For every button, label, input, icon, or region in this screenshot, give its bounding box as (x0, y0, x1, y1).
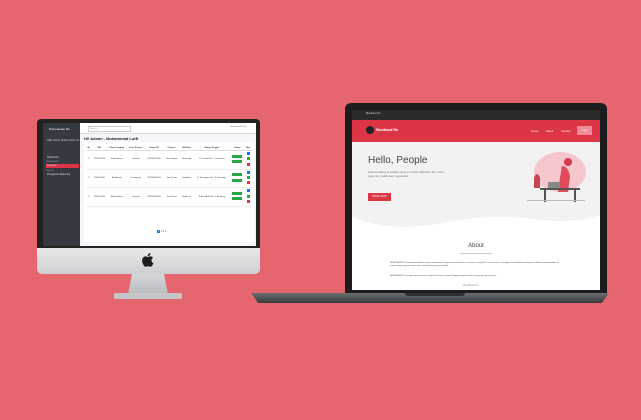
table-row: 3 1234567892 Ahmad Fauzi Laki-laki 08123… (86, 187, 252, 207)
table-cell: Laki-laki (126, 187, 146, 207)
apple-logo-icon (142, 253, 154, 267)
delete-button[interactable] (246, 199, 250, 203)
status-badge (232, 178, 243, 182)
view-button[interactable] (246, 189, 250, 193)
site-brand[interactable]: Bisnikami Ro (376, 128, 398, 132)
status-badge (232, 173, 243, 177)
table-cell: Jawa Tengah (163, 150, 180, 170)
site-logo-icon[interactable] (366, 126, 374, 134)
hero-title: Hello, People (368, 155, 428, 166)
imac-screen: Pemesanan Ro Hallo Admin, Muhammad Lutfi… (43, 123, 256, 246)
view-button[interactable] (246, 170, 250, 174)
admin-sidebar: Pemesanan Ro Hallo Admin, Muhammad Lutfi… (43, 123, 80, 246)
view-button[interactable] (246, 152, 250, 156)
table-row: 2 1234567891 Siti Aminah Perempuan 08123… (86, 169, 252, 189)
sidebar-section-heading: MANAJEMEN (46, 161, 59, 163)
sidebar-item-pesanan[interactable]: Pesanan (46, 164, 79, 168)
nav-about[interactable]: About (546, 129, 553, 133)
sidebar-brand[interactable]: Pemesanan Ro (49, 127, 70, 131)
edit-button[interactable] (246, 194, 250, 198)
table-cell: Perempuan (126, 169, 146, 189)
sidebar-user: Hallo Admin, Muhammad Lutfi (47, 139, 79, 142)
login-button[interactable]: Login (577, 126, 592, 135)
action-cell (244, 187, 252, 207)
about-paragraph: BISNIKAMI RO merupakan website yang meny… (390, 262, 559, 267)
status-cell (230, 150, 245, 170)
table-cell: Semarang (179, 150, 194, 170)
status-cell (230, 169, 245, 189)
browser-bar: Bisnikami Ro (352, 110, 600, 120)
admin-topbar: Search Muhammad Lutfi (80, 123, 256, 134)
table-cell: 081234567892 (145, 187, 164, 207)
table-cell: Surabaya (179, 169, 194, 189)
hero-illustration-icon (527, 152, 586, 202)
status-badge (232, 160, 243, 164)
edit-button[interactable] (246, 157, 250, 161)
table-cell: Siti Aminah (107, 169, 127, 189)
page-link[interactable]: 4 (165, 230, 166, 233)
sidebar-section-heading: SISTEM (46, 170, 54, 172)
sidebar-item-dashboard[interactable]: Dashboard (46, 156, 79, 160)
nav-home[interactable]: Home (531, 129, 538, 133)
orders-card: No NIK Nama Lengkap Jenis Kelamin Nomor … (84, 142, 254, 242)
table-row: 1 1234567890 Budi Santoso Laki-laki 0812… (86, 150, 252, 170)
table-cell: Jl. Diponegoro No. 20, Surabaya (193, 169, 231, 189)
status-cell (230, 187, 245, 207)
search-input[interactable]: Search (88, 126, 131, 132)
laptop-notch (405, 293, 465, 296)
table-cell: Budi Santoso (107, 150, 127, 170)
edit-button[interactable] (246, 176, 250, 180)
hero-subtitle: Selamat datang di website pesan ini Sumb… (368, 171, 445, 178)
table-cell: 1234567892 (91, 187, 108, 207)
status-badge (232, 197, 243, 201)
table-cell: 081234567890 (145, 150, 164, 170)
pagination: 1 2 3 4 (157, 230, 166, 233)
nav-contact[interactable]: Contact (561, 129, 571, 133)
delete-button[interactable] (246, 162, 250, 166)
delete-button[interactable] (246, 181, 250, 185)
table-cell: Laki-laki (126, 150, 146, 170)
hero-wave (352, 215, 600, 235)
about-title: About (468, 243, 484, 249)
table-cell: Jl. Asia Afrika No. 5, Bandung (193, 187, 231, 207)
about-paragraph: BISNIKAMI RO melayani pemesanan setiap h… (390, 275, 497, 277)
laptop-screen: Bisnikami Ro Bisnikami Ro Home About Con… (352, 110, 600, 290)
action-cell (244, 150, 252, 170)
divider (460, 253, 492, 254)
site-navbar: Bisnikami Ro Home About Contact Login (352, 120, 600, 142)
status-badge (232, 191, 243, 195)
table-cell: Bandung (179, 187, 194, 207)
sidebar-item-rekening[interactable]: Pengaturan Rekening (46, 173, 79, 177)
table-cell: Jawa Timur (163, 169, 180, 189)
imac-stand (128, 274, 168, 294)
table-cell: 1234567891 (91, 169, 108, 189)
table-cell: Jl. Pemuda No. 1, Semarang (193, 150, 231, 170)
order-now-button[interactable]: PESAN NOW (368, 193, 391, 201)
laptop-model-label: MacBook Pro (463, 284, 479, 287)
page-title: Hi! Admin , Muhammad Lutfi (84, 136, 139, 141)
imac-foot (114, 293, 182, 299)
page-link[interactable]: 1 (157, 230, 161, 233)
table-cell: Ahmad Fauzi (107, 187, 127, 207)
action-cell (244, 169, 252, 189)
table-cell: Jawa Barat (163, 187, 180, 207)
status-badge (232, 154, 243, 158)
browser-tab[interactable]: Bisnikami Ro (366, 112, 381, 115)
orders-table: No NIK Nama Lengkap Jenis Kelamin Nomor … (86, 146, 252, 207)
user-menu[interactable]: Muhammad Lutfi (230, 126, 246, 128)
table-cell: 1234567890 (91, 150, 108, 170)
table-cell: 081234567891 (145, 169, 164, 189)
